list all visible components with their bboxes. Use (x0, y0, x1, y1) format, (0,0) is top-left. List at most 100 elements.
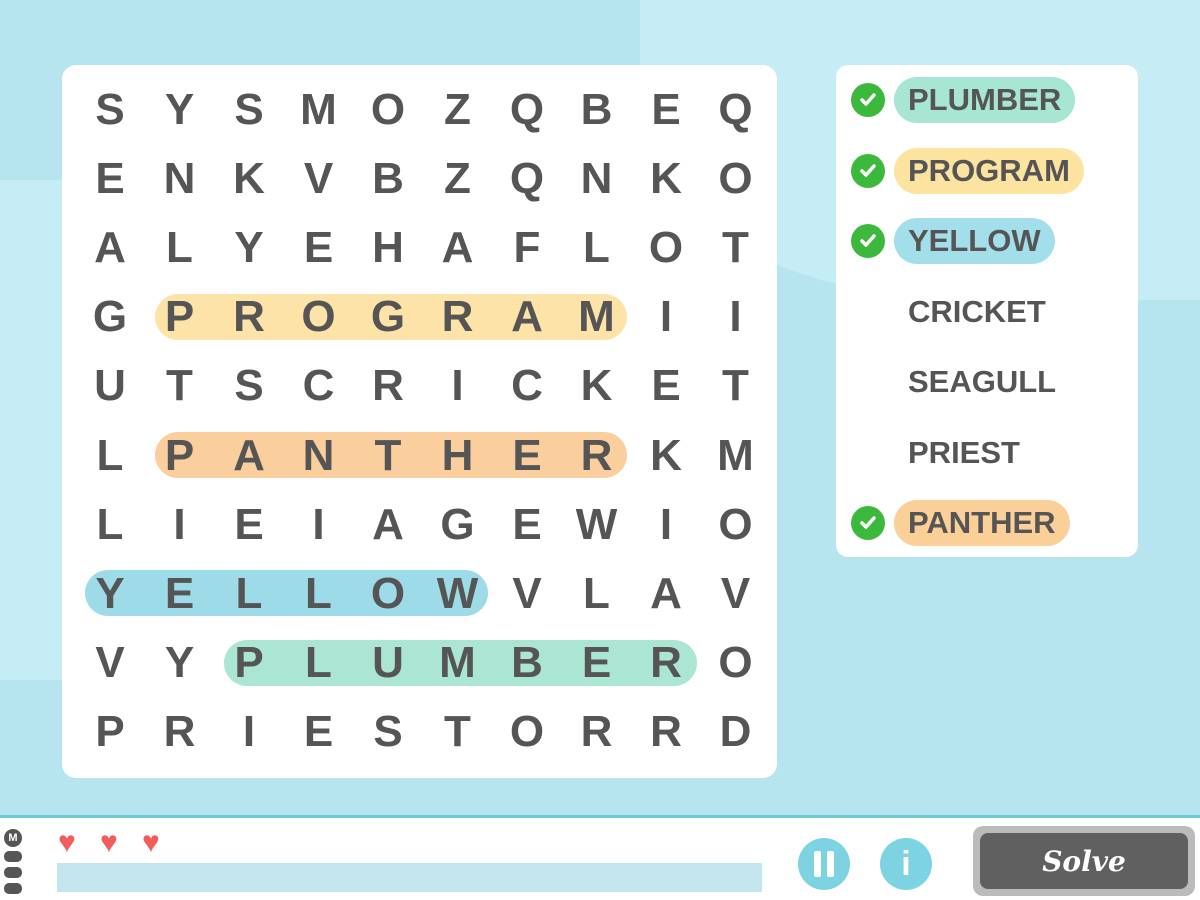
grid-letter[interactable]: E (284, 213, 354, 282)
info-button[interactable]: i (880, 838, 932, 890)
grid-letter[interactable]: K (214, 144, 284, 213)
grid-letter[interactable]: Q (492, 75, 562, 144)
grid-letter[interactable]: R (562, 421, 632, 490)
grid-letter[interactable]: S (75, 75, 145, 144)
grid-letter[interactable]: P (75, 698, 145, 767)
grid-letter[interactable]: N (562, 144, 632, 213)
grid-letter[interactable]: K (562, 352, 632, 421)
grid-letter[interactable]: W (562, 490, 632, 559)
grid-letter[interactable]: S (214, 75, 284, 144)
grid-letter[interactable]: I (284, 490, 354, 559)
grid-letter[interactable]: M (284, 75, 354, 144)
grid-letter[interactable]: I (145, 490, 215, 559)
grid-letter[interactable]: L (145, 213, 215, 282)
grid-letter[interactable]: I (701, 283, 771, 352)
grid-letter[interactable]: I (631, 283, 701, 352)
grid-letter[interactable]: Z (423, 144, 493, 213)
grid-letter[interactable]: P (214, 629, 284, 698)
grid-letter[interactable]: O (492, 698, 562, 767)
grid-letter[interactable]: G (353, 283, 423, 352)
menu-icon[interactable] (4, 851, 22, 862)
grid-letter[interactable]: W (423, 559, 493, 628)
grid-letter[interactable]: A (214, 421, 284, 490)
grid-letter[interactable]: O (701, 490, 771, 559)
grid-letter[interactable]: O (631, 213, 701, 282)
grid-letter[interactable]: E (492, 421, 562, 490)
grid-letter[interactable]: T (145, 352, 215, 421)
grid-letter[interactable]: O (284, 283, 354, 352)
grid-letter[interactable]: E (492, 490, 562, 559)
grid-letter[interactable]: S (214, 352, 284, 421)
pause-button[interactable] (798, 838, 850, 890)
grid-letter[interactable]: L (214, 559, 284, 628)
grid-letter[interactable]: L (562, 213, 632, 282)
grid-letter[interactable]: A (631, 559, 701, 628)
grid-letter[interactable]: F (492, 213, 562, 282)
grid-letter[interactable]: M (562, 283, 632, 352)
grid-letter[interactable]: S (353, 698, 423, 767)
grid-letter[interactable]: R (423, 283, 493, 352)
grid-letter[interactable]: L (284, 629, 354, 698)
grid-letter[interactable]: G (75, 283, 145, 352)
grid-letter[interactable]: G (423, 490, 493, 559)
grid-letter[interactable]: B (492, 629, 562, 698)
grid-letter[interactable]: H (353, 213, 423, 282)
grid-letter[interactable]: R (631, 698, 701, 767)
grid-letter[interactable]: Q (701, 75, 771, 144)
grid-letter[interactable]: V (701, 559, 771, 628)
grid-letter[interactable]: I (214, 698, 284, 767)
menu-icon[interactable] (4, 867, 22, 878)
grid-letter[interactable]: C (284, 352, 354, 421)
grid-letter[interactable]: L (284, 559, 354, 628)
grid-letter[interactable]: U (353, 629, 423, 698)
grid-letter[interactable]: D (701, 698, 771, 767)
grid-letter[interactable]: I (631, 490, 701, 559)
grid-letter[interactable]: E (631, 352, 701, 421)
grid-letter[interactable]: N (284, 421, 354, 490)
grid-letter[interactable]: T (701, 213, 771, 282)
grid-letter[interactable]: R (631, 629, 701, 698)
grid-letter[interactable]: C (492, 352, 562, 421)
grid-letter[interactable]: O (701, 629, 771, 698)
grid-letter[interactable]: R (145, 698, 215, 767)
grid-letter[interactable]: B (562, 75, 632, 144)
grid-letter[interactable]: V (75, 629, 145, 698)
grid-letter[interactable]: P (145, 421, 215, 490)
grid-letter[interactable]: L (75, 490, 145, 559)
grid-letter[interactable]: A (353, 490, 423, 559)
grid-letter[interactable]: V (284, 144, 354, 213)
grid-letter[interactable]: A (492, 283, 562, 352)
grid-letter[interactable]: Y (145, 629, 215, 698)
grid-letter[interactable]: A (75, 213, 145, 282)
grid-letter[interactable]: O (353, 75, 423, 144)
word-grid[interactable]: SYSMOZQBEQENKVBZQNKOALYEHAFLOTGPROGRAMII… (62, 65, 777, 778)
grid-letter[interactable]: H (423, 421, 493, 490)
grid-letter[interactable]: Y (75, 559, 145, 628)
grid-letter[interactable]: B (353, 144, 423, 213)
grid-letter[interactable]: A (423, 213, 493, 282)
grid-letter[interactable]: R (353, 352, 423, 421)
grid-letter[interactable]: E (214, 490, 284, 559)
grid-letter[interactable]: K (631, 421, 701, 490)
grid-letter[interactable]: Y (145, 75, 215, 144)
grid-letter[interactable]: T (701, 352, 771, 421)
grid-letter[interactable]: V (492, 559, 562, 628)
grid-letter[interactable]: L (562, 559, 632, 628)
grid-letter[interactable]: T (423, 698, 493, 767)
grid-letter[interactable]: O (701, 144, 771, 213)
grid-letter[interactable]: I (423, 352, 493, 421)
grid-letter[interactable]: R (214, 283, 284, 352)
grid-letter[interactable]: U (75, 352, 145, 421)
grid-letter[interactable]: T (353, 421, 423, 490)
grid-letter[interactable]: L (75, 421, 145, 490)
menu-icon[interactable] (4, 883, 22, 894)
grid-letter[interactable]: E (631, 75, 701, 144)
grid-letter[interactable]: N (145, 144, 215, 213)
solve-button[interactable]: Solve (973, 826, 1195, 896)
grid-letter[interactable]: E (145, 559, 215, 628)
grid-letter[interactable]: Q (492, 144, 562, 213)
menu-logo-icon[interactable]: M (4, 829, 22, 847)
grid-letter[interactable]: E (562, 629, 632, 698)
grid-letter[interactable]: R (562, 698, 632, 767)
grid-letter[interactable]: Y (214, 213, 284, 282)
